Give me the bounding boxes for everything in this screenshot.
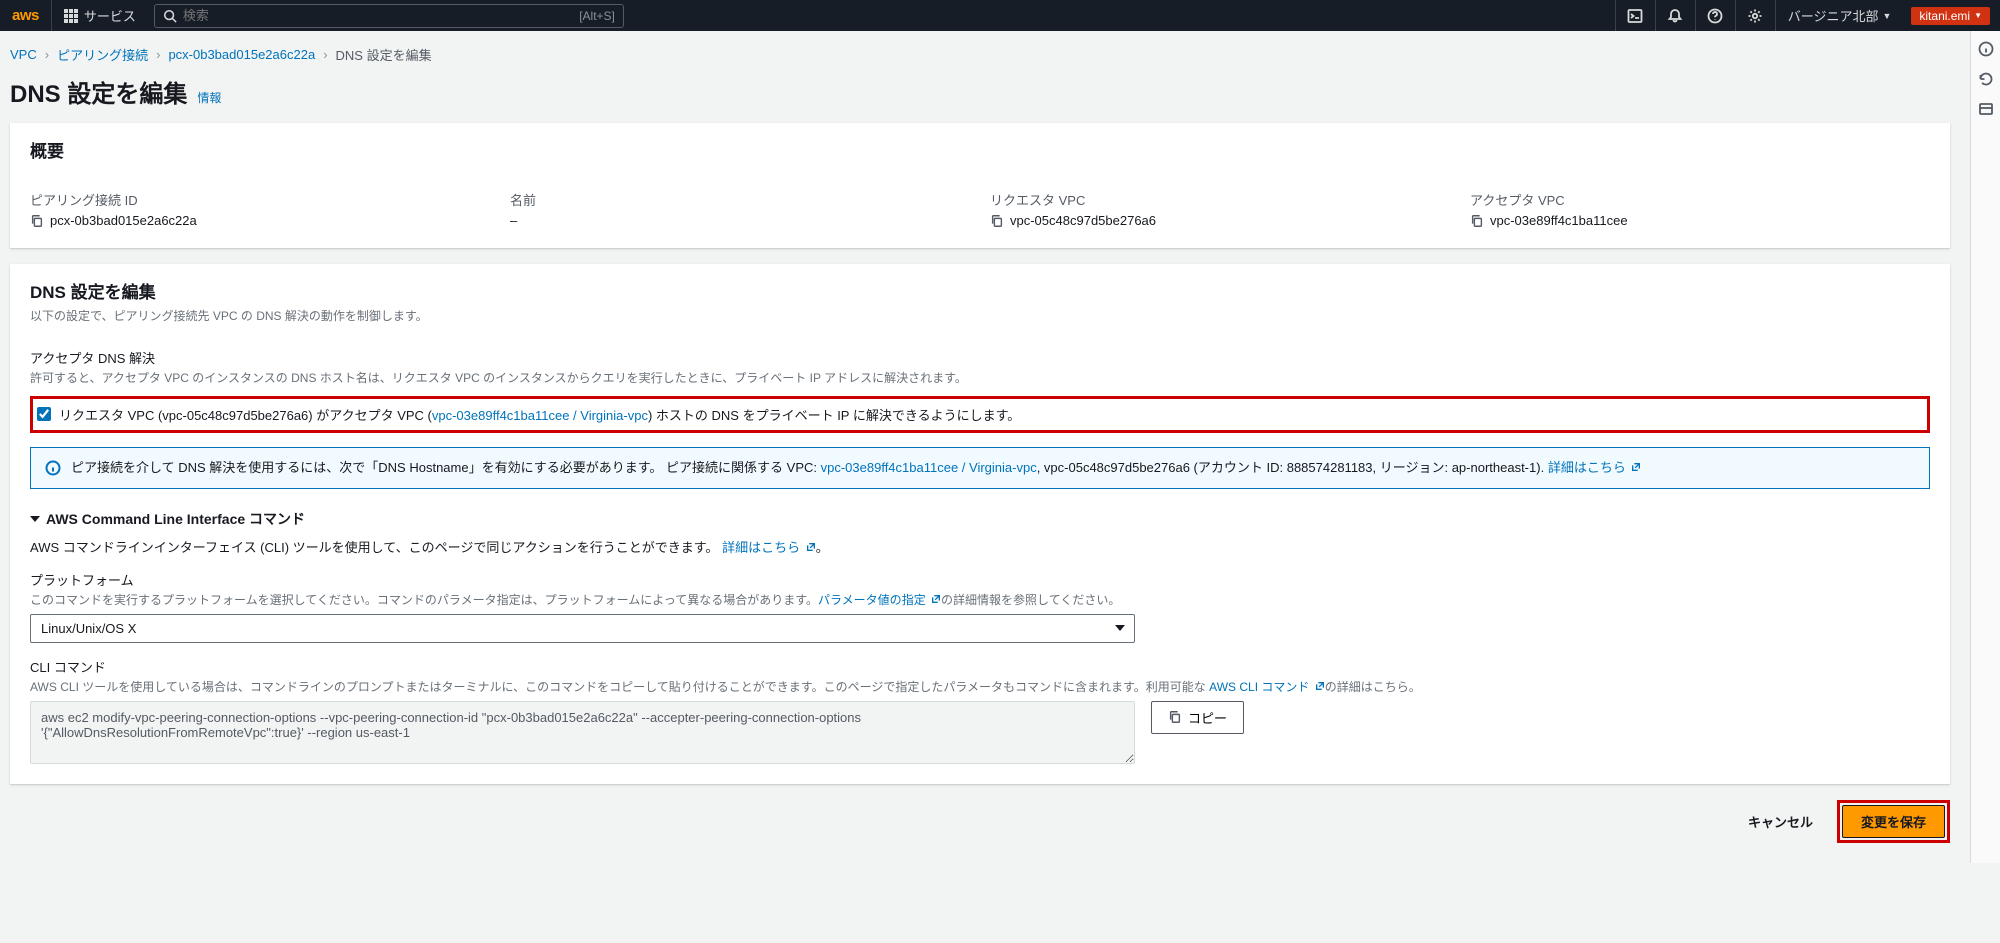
caret-down-icon: ▼ — [1882, 11, 1891, 21]
region-selector[interactable]: バージニア北部 ▼ — [1775, 0, 1904, 31]
dns-settings-panel: DNS 設定を編集 以下の設定で、ピアリング接続先 VPC の DNS 解決の動… — [10, 264, 1950, 784]
name-value: – — [510, 213, 517, 228]
aws-logo[interactable]: aws — [0, 0, 52, 31]
info-link[interactable]: 情報 — [197, 89, 221, 106]
copy-icon — [1168, 710, 1182, 724]
chevron-right-icon: › — [156, 47, 160, 62]
cli-learn-more-link[interactable]: 詳細はこちら — [722, 540, 816, 555]
platform-help: このコマンドを実行するプラットフォームを選択してください。コマンドのパラメータ指… — [30, 591, 1930, 608]
search-input[interactable] — [183, 8, 579, 23]
cli-cmd-label: CLI コマンド — [30, 657, 1930, 676]
accepter-vpc-label: アクセプタ VPC — [1470, 190, 1930, 209]
gear-icon — [1747, 8, 1763, 24]
overview-panel: 概要 ピアリング接続 ID pcx-0b3bad015e2a6c22a 名前 –… — [10, 123, 1950, 248]
user-label: kitani.emi — [1919, 9, 1970, 23]
search-shortcut: [Alt+S] — [579, 9, 615, 23]
cli-header-toggle[interactable]: AWS Command Line Interface コマンド — [30, 509, 1930, 529]
notifications-button[interactable] — [1655, 0, 1695, 31]
external-link-icon — [931, 594, 941, 604]
cli-commands-link[interactable]: AWS CLI コマンド — [1209, 680, 1325, 694]
help-button[interactable] — [1695, 0, 1735, 31]
requester-vpc-label: リクエスタ VPC — [990, 190, 1450, 209]
region-label: バージニア北部 — [1788, 6, 1879, 25]
copy-icon[interactable] — [30, 214, 44, 228]
grid-icon — [64, 9, 78, 23]
peering-id-label: ピアリング接続 ID — [30, 190, 490, 209]
user-menu[interactable]: kitani.emi ▼ — [1911, 7, 1990, 25]
info-alert: ピア接続を介して DNS 解決を使用するには、次で「DNS Hostname」を… — [30, 447, 1930, 489]
footer-actions: キャンセル 変更を保存 — [10, 800, 1950, 843]
chevron-right-icon: › — [323, 47, 327, 62]
main-content: VPC › ピアリング接続 › pcx-0b3bad015e2a6c22a › … — [0, 31, 1970, 863]
dns-settings-title: DNS 設定を編集 — [30, 283, 156, 302]
requester-vpc-value: vpc-05c48c97d5be276a6 — [1010, 213, 1156, 228]
accepter-vpc-link[interactable]: vpc-03e89ff4c1ba11cee / Virginia-vpc — [432, 408, 648, 423]
external-link-icon — [806, 542, 816, 552]
copy-label: コピー — [1188, 708, 1227, 727]
help-icon — [1707, 8, 1723, 24]
cli-cmd-help: AWS CLI ツールを使用している場合は、コマンドラインのプロンプトまたはター… — [30, 678, 1930, 695]
accepter-vpc-value: vpc-03e89ff4c1ba11cee — [1490, 213, 1628, 228]
platform-label: プラットフォーム — [30, 570, 1930, 589]
right-rail — [1970, 31, 2000, 863]
bell-icon — [1667, 8, 1683, 24]
page-title: DNS 設定を編集 — [10, 74, 187, 109]
topnav-icons: バージニア北部 ▼ kitani.emi ▼ — [1615, 0, 2000, 31]
copy-icon[interactable] — [990, 214, 1004, 228]
caret-down-icon: ▼ — [1974, 11, 1982, 20]
breadcrumb-current: DNS 設定を編集 — [336, 45, 432, 64]
search-box[interactable]: [Alt+S] — [154, 4, 624, 28]
breadcrumb-link-peering[interactable]: ピアリング接続 — [57, 45, 148, 64]
chevron-right-icon: › — [45, 47, 49, 62]
platform-select[interactable]: Linux/Unix/OS X — [30, 614, 1135, 643]
copy-command-button[interactable]: コピー — [1151, 701, 1244, 734]
refresh-icon[interactable] — [1978, 71, 1994, 87]
peering-id-value: pcx-0b3bad015e2a6c22a — [50, 213, 197, 228]
name-label: 名前 — [510, 190, 970, 209]
breadcrumb-link-vpc[interactable]: VPC — [10, 47, 37, 62]
dns-settings-desc: 以下の設定で、ピアリング接続先 VPC の DNS 解決の動作を制御します。 — [30, 307, 1930, 324]
dns-settings-header: DNS 設定を編集 以下の設定で、ピアリング接続先 VPC の DNS 解決の動… — [10, 264, 1950, 334]
search-icon — [163, 9, 177, 23]
external-link-icon — [1315, 681, 1325, 691]
services-label: サービス — [84, 6, 136, 25]
overview-header: 概要 — [10, 123, 1950, 172]
dns-resolution-label: リクエスタ VPC (vpc-05c48c97d5be276a6) がアクセプタ… — [59, 405, 1020, 424]
settings-button[interactable] — [1735, 0, 1775, 31]
related-vpc-link[interactable]: vpc-03e89ff4c1ba11cee / Virginia-vpc — [821, 460, 1037, 475]
cloudshell-button[interactable] — [1615, 0, 1655, 31]
save-button[interactable]: 変更を保存 — [1842, 805, 1945, 838]
learn-more-link[interactable]: 詳細はこちら — [1548, 460, 1642, 475]
info-icon — [45, 460, 61, 476]
accepter-dns-label: アクセプタ DNS 解決 — [30, 348, 1930, 367]
cancel-button[interactable]: キャンセル — [1732, 804, 1829, 839]
dns-resolution-checkbox[interactable] — [37, 407, 51, 421]
panel-icon[interactable] — [1978, 101, 1994, 117]
param-spec-link[interactable]: パラメータ値の指定 — [818, 593, 941, 607]
accepter-dns-help: 許可すると、アクセプタ VPC のインスタンスの DNS ホスト名は、リクエスタ… — [30, 369, 1930, 386]
terminal-icon — [1627, 8, 1643, 24]
breadcrumb: VPC › ピアリング接続 › pcx-0b3bad015e2a6c22a › … — [10, 31, 1950, 74]
external-link-icon — [1631, 462, 1641, 472]
info-icon[interactable] — [1978, 41, 1994, 57]
cli-command-textarea[interactable] — [30, 701, 1135, 764]
top-nav: aws サービス [Alt+S] バージニア北部 ▼ kitani.emi ▼ — [0, 0, 2000, 31]
dns-checkbox-row: リクエスタ VPC (vpc-05c48c97d5be276a6) がアクセプタ… — [30, 396, 1930, 433]
cli-header: AWS Command Line Interface コマンド — [46, 509, 305, 529]
breadcrumb-link-pcx[interactable]: pcx-0b3bad015e2a6c22a — [168, 47, 315, 62]
cli-desc: AWS コマンドラインインターフェイス (CLI) ツールを使用して、このページ… — [30, 540, 718, 555]
services-button[interactable]: サービス — [52, 0, 148, 31]
caret-down-icon — [30, 516, 40, 522]
copy-icon[interactable] — [1470, 214, 1484, 228]
